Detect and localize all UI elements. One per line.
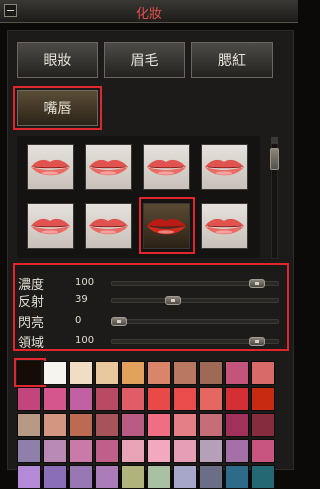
slider-thumb-3[interactable] — [111, 317, 127, 326]
color-swatch[interactable] — [225, 465, 249, 489]
color-swatch[interactable] — [173, 387, 197, 411]
lip-style-2[interactable] — [85, 144, 132, 190]
color-swatch[interactable] — [43, 465, 67, 489]
color-swatch[interactable] — [43, 413, 67, 437]
sliders-section — [13, 263, 289, 351]
title-bar: 化妝 — [0, 0, 298, 23]
color-swatch[interactable] — [225, 439, 249, 463]
color-swatch[interactable] — [121, 465, 145, 489]
slider-track-3[interactable] — [111, 319, 279, 324]
slider-thumb-4[interactable] — [249, 337, 265, 346]
color-swatch[interactable] — [173, 361, 197, 385]
color-swatch[interactable] — [199, 465, 223, 489]
lip-style-8[interactable] — [201, 203, 248, 249]
color-swatch[interactable] — [43, 361, 67, 385]
slider-label-2: 反射 — [18, 295, 45, 310]
lip-icon — [147, 159, 186, 176]
lip-style-4[interactable] — [201, 144, 248, 190]
color-swatch[interactable] — [95, 413, 119, 437]
color-swatch[interactable] — [199, 413, 223, 437]
color-swatch[interactable] — [69, 413, 93, 437]
color-swatch[interactable] — [43, 387, 67, 411]
slider-label-3: 閃亮 — [18, 316, 45, 331]
color-swatch[interactable] — [147, 387, 171, 411]
scroll-thumb[interactable] — [270, 148, 279, 170]
slider-thumb-2[interactable] — [165, 296, 181, 305]
slider-value-3: 0 — [75, 315, 82, 326]
color-swatch[interactable] — [173, 465, 197, 489]
tab-blush[interactable]: 腮紅 — [191, 42, 273, 78]
color-swatch[interactable] — [173, 439, 197, 463]
color-swatch[interactable] — [17, 413, 41, 437]
lip-style-6[interactable] — [85, 203, 132, 249]
color-swatch[interactable] — [199, 361, 223, 385]
lip-icon — [205, 218, 244, 235]
color-swatch[interactable] — [251, 387, 275, 411]
color-swatch[interactable] — [251, 439, 275, 463]
color-swatch[interactable] — [251, 361, 275, 385]
color-swatch[interactable] — [199, 439, 223, 463]
lip-icon — [31, 159, 70, 176]
lip-selected-highlight — [139, 197, 195, 254]
lip-icon — [89, 159, 128, 176]
lip-icon — [31, 218, 70, 235]
tab-lips-highlight — [13, 86, 102, 130]
slider-thumb-1[interactable] — [249, 279, 265, 288]
lip-icon — [205, 159, 244, 176]
color-swatch[interactable] — [17, 387, 41, 411]
slider-value-4: 100 — [75, 335, 95, 346]
color-swatch[interactable] — [147, 413, 171, 437]
slider-track-2[interactable] — [111, 298, 279, 303]
lip-style-5[interactable] — [27, 203, 74, 249]
lip-style-3[interactable] — [143, 144, 190, 190]
color-swatch[interactable] — [225, 413, 249, 437]
color-swatch[interactable] — [43, 439, 67, 463]
tab-eyebrow[interactable]: 眉毛 — [104, 42, 185, 78]
window-title: 化妝 — [135, 7, 162, 22]
lip-style-1[interactable] — [27, 144, 74, 190]
color-swatch[interactable] — [95, 439, 119, 463]
color-swatch[interactable] — [121, 361, 145, 385]
color-swatch[interactable] — [147, 361, 171, 385]
color-swatch[interactable] — [121, 439, 145, 463]
color-swatch[interactable] — [147, 465, 171, 489]
color-swatch[interactable] — [251, 413, 275, 437]
color-swatch[interactable] — [17, 361, 41, 385]
color-swatch[interactable] — [17, 439, 41, 463]
color-swatch[interactable] — [95, 465, 119, 489]
color-swatch[interactable] — [225, 361, 249, 385]
color-swatch[interactable] — [17, 465, 41, 489]
color-swatch[interactable] — [69, 361, 93, 385]
color-swatch[interactable] — [95, 387, 119, 411]
slider-value-1: 100 — [75, 277, 95, 288]
color-swatch[interactable] — [69, 439, 93, 463]
color-swatch[interactable] — [69, 465, 93, 489]
color-swatch[interactable] — [173, 413, 197, 437]
color-swatch[interactable] — [199, 387, 223, 411]
color-swatch[interactable] — [69, 387, 93, 411]
color-swatch[interactable] — [95, 361, 119, 385]
slider-label-4: 領域 — [18, 336, 45, 351]
tab-eye-makeup[interactable]: 眼妝 — [17, 42, 98, 78]
slider-value-2: 39 — [75, 294, 88, 305]
color-swatch[interactable] — [121, 387, 145, 411]
color-swatch[interactable] — [147, 439, 171, 463]
color-swatch[interactable] — [251, 465, 275, 489]
scroll-up-arrow-icon[interactable] — [271, 137, 278, 144]
lip-icon — [89, 218, 128, 235]
color-swatch[interactable] — [225, 387, 249, 411]
color-swatch[interactable] — [121, 413, 145, 437]
